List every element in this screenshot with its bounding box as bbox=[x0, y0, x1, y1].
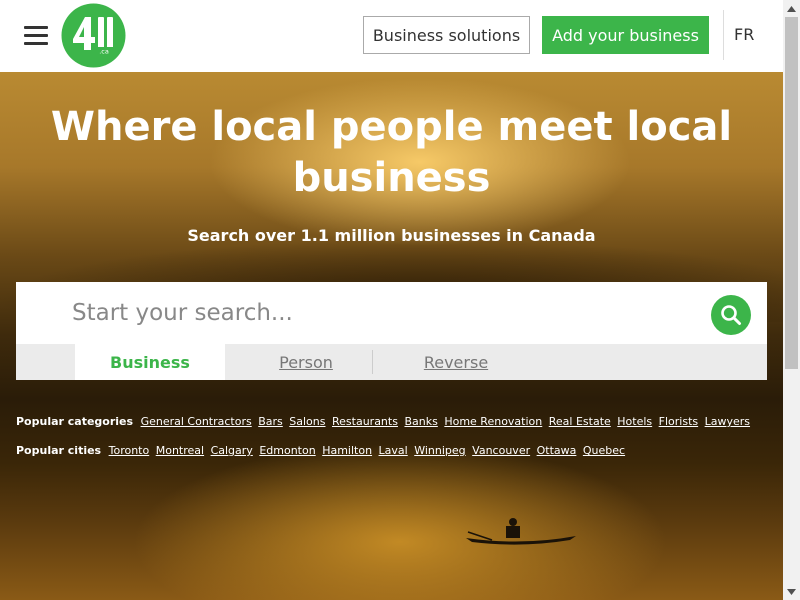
category-link[interactable]: Florists bbox=[659, 415, 698, 428]
category-link[interactable]: Banks bbox=[404, 415, 437, 428]
hero-title: Where local people meet local business bbox=[50, 104, 733, 201]
category-link[interactable]: Hotels bbox=[617, 415, 652, 428]
popular-categories: Popular categories General Contractors B… bbox=[16, 415, 753, 431]
city-link[interactable]: Quebec bbox=[583, 444, 625, 457]
category-link[interactable]: Real Estate bbox=[549, 415, 611, 428]
search-input[interactable] bbox=[72, 293, 692, 333]
svg-text:.ca: .ca bbox=[99, 48, 109, 56]
category-link[interactable]: Lawyers bbox=[705, 415, 750, 428]
tab-person[interactable]: Person bbox=[231, 344, 381, 380]
city-link[interactable]: Vancouver bbox=[472, 444, 530, 457]
category-link[interactable]: Salons bbox=[289, 415, 325, 428]
city-link[interactable]: Winnipeg bbox=[414, 444, 465, 457]
city-link[interactable]: Hamilton bbox=[322, 444, 372, 457]
header-divider bbox=[723, 10, 724, 60]
category-link[interactable]: Restaurants bbox=[332, 415, 398, 428]
scroll-up-icon[interactable] bbox=[783, 0, 800, 17]
search-box bbox=[16, 282, 767, 344]
popular-categories-label: Popular categories bbox=[16, 415, 134, 428]
city-link[interactable]: Ottawa bbox=[537, 444, 577, 457]
logo-411[interactable]: .ca bbox=[61, 3, 126, 68]
category-link[interactable]: Bars bbox=[258, 415, 283, 428]
search-icon bbox=[721, 305, 741, 325]
tab-divider bbox=[372, 350, 373, 374]
fisherman-boat-image bbox=[466, 518, 576, 545]
search-button[interactable] bbox=[711, 295, 751, 335]
site-header: .ca Business solutions Add your business… bbox=[0, 0, 783, 72]
menu-icon[interactable] bbox=[24, 26, 48, 46]
scrollbar[interactable] bbox=[783, 0, 800, 600]
hero-subtitle: Search over 1.1 million businesses in Ca… bbox=[187, 226, 596, 245]
tab-business[interactable]: Business bbox=[75, 344, 225, 380]
category-link[interactable]: General Contractors bbox=[141, 415, 252, 428]
scroll-down-icon[interactable] bbox=[783, 583, 800, 600]
city-link[interactable]: Toronto bbox=[109, 444, 150, 457]
city-link[interactable]: Montreal bbox=[156, 444, 204, 457]
popular-cities-label: Popular cities bbox=[16, 444, 102, 457]
add-business-button[interactable]: Add your business bbox=[542, 16, 709, 54]
popular-cities: Popular cities Toronto Montreal Calgary … bbox=[16, 444, 628, 460]
scrollbar-thumb[interactable] bbox=[785, 17, 798, 369]
category-link[interactable]: Home Renovation bbox=[444, 415, 542, 428]
city-link[interactable]: Edmonton bbox=[259, 444, 315, 457]
hero-section: Where local people meet local business S… bbox=[0, 72, 783, 600]
city-link[interactable]: Calgary bbox=[211, 444, 253, 457]
tab-reverse[interactable]: Reverse bbox=[381, 344, 531, 380]
city-link[interactable]: Laval bbox=[379, 444, 408, 457]
business-solutions-button[interactable]: Business solutions bbox=[363, 16, 530, 54]
language-toggle[interactable]: FR bbox=[734, 25, 754, 44]
search-tabs: Business Person Reverse bbox=[16, 344, 767, 380]
